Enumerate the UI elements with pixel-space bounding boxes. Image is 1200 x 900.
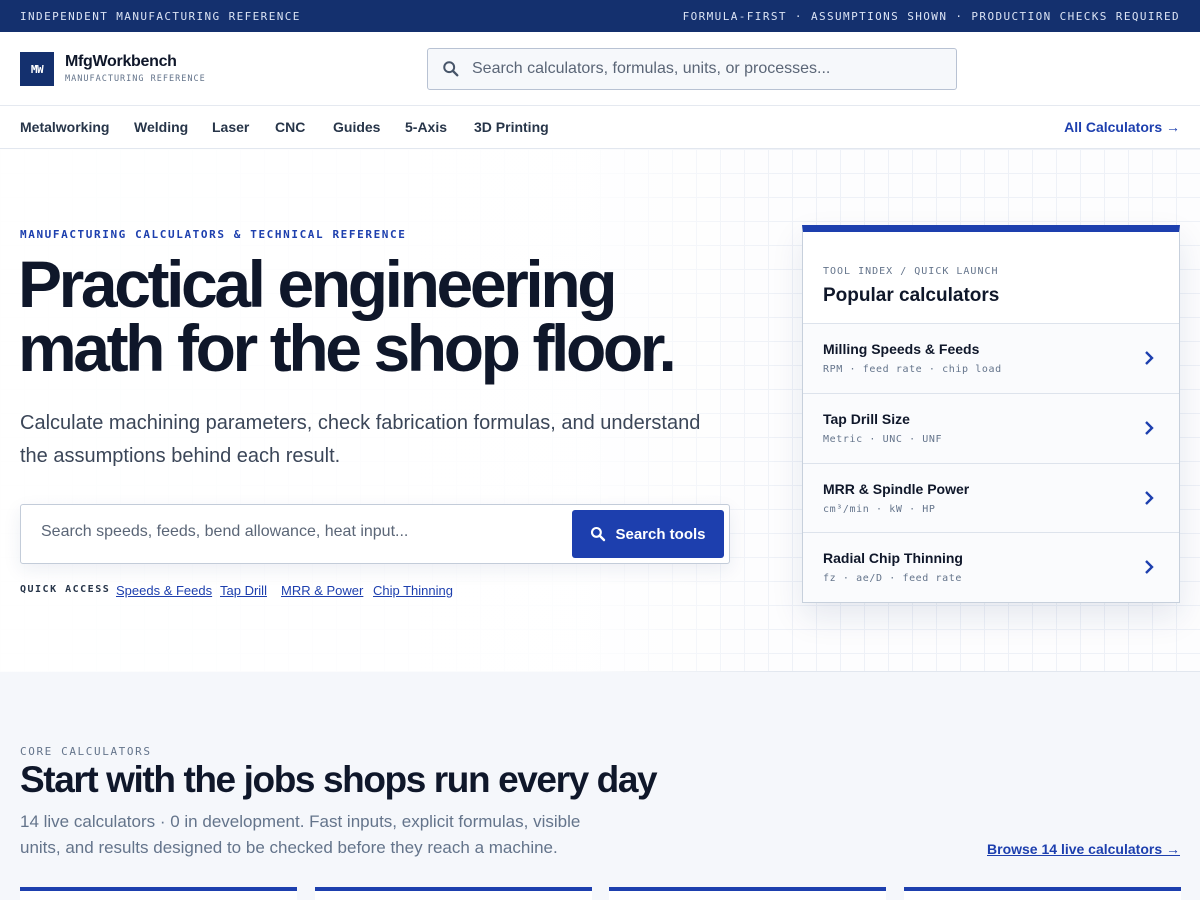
top-announcement-bar: INDEPENDENT MANUFACTURING REFERENCE FORM…: [0, 0, 1200, 32]
chevron-right-icon: [1145, 421, 1154, 435]
popular-eyebrow: TOOL INDEX / QUICK LAUNCH: [823, 266, 999, 277]
popular-title: Popular calculators: [823, 285, 1000, 306]
popular-item-tap-drill-size[interactable]: Tap Drill Size Metric · UNC · UNF: [803, 393, 1179, 463]
nav-item-metalworking[interactable]: Metalworking: [20, 119, 109, 135]
quick-link-speeds-feeds[interactable]: Speeds & Feeds: [116, 583, 212, 598]
popular-item-title: Radial Chip Thinning: [823, 550, 963, 566]
popular-item-sub: Metric · UNC · UNF: [823, 434, 943, 445]
nav-item-cnc[interactable]: CNC: [275, 119, 305, 135]
core-title: Start with the jobs shops run every day: [20, 759, 658, 800]
nav-item-guides[interactable]: Guides: [333, 119, 380, 135]
brand-name[interactable]: MfgWorkbench: [65, 53, 177, 71]
hero-title-line-2: math for the shop floor.: [18, 311, 677, 385]
calculator-card[interactable]: [609, 887, 886, 900]
core-calculators-section: CORE CALCULATORS Start with the jobs sho…: [0, 672, 1200, 900]
search-tools-button[interactable]: Search tools: [572, 510, 724, 558]
popular-item-sub: RPM · feed rate · chip load: [823, 364, 1002, 375]
popular-item-mrr-spindle-power[interactable]: MRR & Spindle Power cm³/min · kW · HP: [803, 463, 1179, 533]
browse-calculators-link[interactable]: Browse 14 live calculators →: [987, 841, 1180, 857]
brand-tagline: MANUFACTURING REFERENCE: [65, 74, 206, 84]
nav-item-welding[interactable]: Welding: [134, 119, 188, 135]
site-header: MW MfgWorkbench MANUFACTURING REFERENCE: [0, 32, 1200, 106]
core-description: 14 live calculators · 0 in development. …: [20, 812, 581, 857]
all-calculators-link[interactable]: All Calculators →: [1064, 119, 1180, 135]
popular-item-radial-chip-thinning[interactable]: Radial Chip Thinning fz · ae/D · feed ra…: [803, 532, 1179, 602]
hero-search-bar: Search tools: [20, 504, 730, 564]
nav-item-5-axis[interactable]: 5-Axis: [405, 119, 447, 135]
quick-link-mrr-power[interactable]: MRR & Power: [281, 583, 363, 598]
popular-item-milling-speeds-feeds[interactable]: Milling Speeds & Feeds RPM · feed rate ·…: [803, 323, 1179, 393]
main-nav: Metalworking Welding Laser CNC Guides 5-…: [0, 106, 1200, 149]
topbar-left-text: INDEPENDENT MANUFACTURING REFERENCE: [20, 9, 301, 23]
search-icon: [443, 61, 459, 77]
logo-mark[interactable]: MW: [20, 52, 54, 86]
popular-item-sub: fz · ae/D · feed rate: [823, 573, 963, 584]
chevron-right-icon: [1145, 560, 1154, 574]
calculator-card[interactable]: [904, 887, 1181, 900]
popular-calculators-card: TOOL INDEX / QUICK LAUNCH Popular calcul…: [802, 225, 1180, 603]
hero-eyebrow: MANUFACTURING CALCULATORS & TECHNICAL RE…: [20, 228, 407, 241]
header-search[interactable]: [427, 48, 957, 90]
core-eyebrow: CORE CALCULATORS: [20, 745, 152, 758]
nav-item-laser[interactable]: Laser: [212, 119, 249, 135]
header-search-input[interactable]: [472, 60, 942, 78]
popular-item-title: MRR & Spindle Power: [823, 481, 970, 497]
hero-subtitle: Calculate machining parameters, check fa…: [20, 412, 701, 467]
topbar-right-text: FORMULA-FIRST · ASSUMPTIONS SHOWN · PROD…: [682, 9, 1180, 23]
calculator-card[interactable]: [315, 887, 592, 900]
quick-access-label: QUICK ACCESS: [20, 584, 111, 595]
quick-link-chip-thinning[interactable]: Chip Thinning: [373, 583, 453, 598]
hero-search-input[interactable]: [41, 523, 561, 541]
popular-item-title: Milling Speeds & Feeds: [823, 341, 980, 357]
popular-item-title: Tap Drill Size: [823, 411, 910, 427]
hero-title-line-1: Practical engineering: [18, 247, 618, 321]
chevron-right-icon: [1145, 351, 1154, 365]
chevron-right-icon: [1145, 491, 1154, 505]
hero-title: Practical engineering math for the shop …: [18, 247, 738, 385]
calculator-card[interactable]: [20, 887, 297, 900]
search-tools-label: Search tools: [615, 525, 706, 543]
quick-link-tap-drill[interactable]: Tap Drill: [220, 583, 267, 598]
nav-item-3d-printing[interactable]: 3D Printing: [474, 119, 549, 135]
popular-item-sub: cm³/min · kW · HP: [823, 504, 936, 515]
search-icon: [591, 526, 606, 542]
